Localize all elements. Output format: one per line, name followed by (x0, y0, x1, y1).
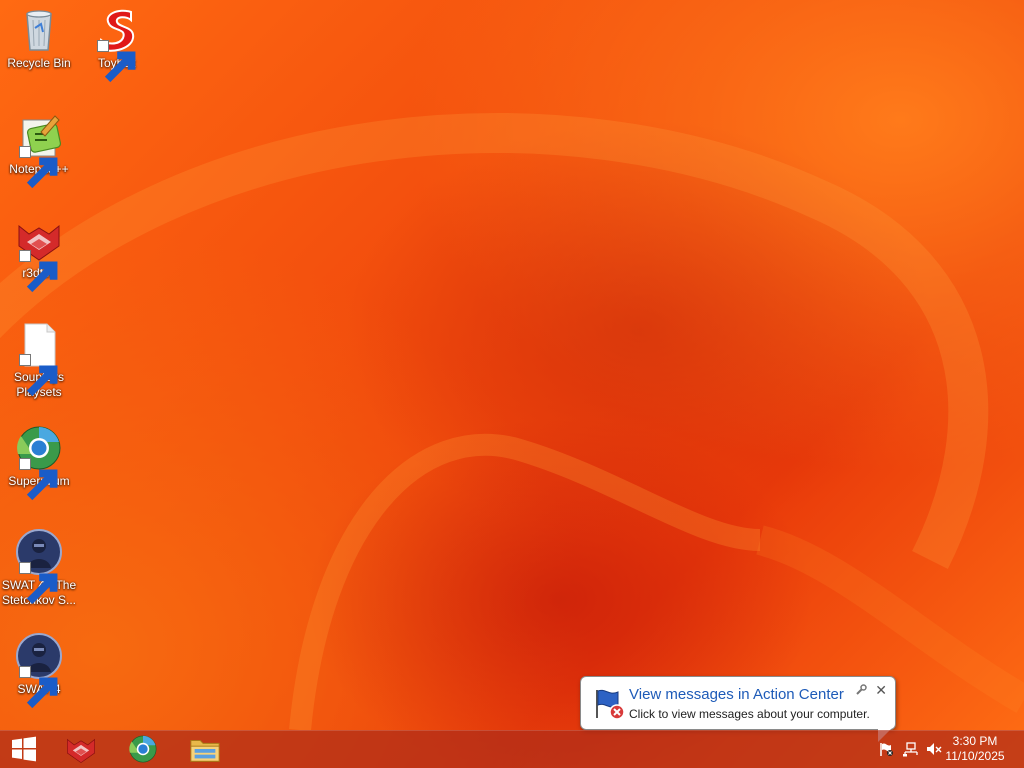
supermium-icon (129, 735, 157, 763)
notification-options-icon[interactable] (855, 684, 867, 696)
recycle-bin-icon (26, 10, 52, 51)
desktop-icon-swat4[interactable]: SWAT 4 (0, 632, 78, 709)
shortcut-arrow-icon (19, 146, 58, 189)
shortcut-arrow-icon (19, 562, 58, 605)
desktop-icon-supermium[interactable]: Supermium (0, 424, 78, 501)
wallpaper-swirl (0, 113, 1024, 730)
shortcut-arrow-icon (19, 354, 58, 397)
desktop-icon-swat4-stetchkov[interactable]: SWAT 4 - The Stetchkov S... (0, 528, 78, 608)
action-center-tray-icon[interactable] (878, 741, 894, 757)
notification-close-icon[interactable]: ✕ (875, 683, 887, 697)
windows-logo-icon (12, 736, 36, 762)
tray-clock[interactable]: 3:30 PM 11/10/2025 (940, 734, 1010, 764)
shortcut-arrow-icon (19, 666, 58, 709)
desktop-icon-souptoys-playsets[interactable]: Souptoys Playsets (0, 320, 78, 400)
taskbar-r3dfox[interactable] (52, 730, 110, 768)
icon-label: Recycle Bin (7, 56, 71, 70)
clock-date: 11/10/2025 (945, 749, 1005, 763)
r3dfox-icon (67, 738, 95, 764)
desktop-icon-r3dfox[interactable]: r3dfox (0, 216, 78, 293)
desktop-icon-notepad-plus-plus[interactable]: Notepad++ (0, 112, 78, 189)
notification-text: Click to view messages about your comput… (629, 707, 870, 721)
notification-title[interactable]: View messages in Action Center (629, 686, 844, 703)
network-icon[interactable] (902, 741, 918, 757)
system-tray: 3:30 PM 11/10/2025 (864, 730, 1024, 768)
folder-icon (190, 740, 220, 762)
taskbar-file-explorer[interactable] (176, 730, 234, 768)
action-center-notification[interactable]: View messages in Action Center Click to … (580, 676, 896, 730)
shortcut-arrow-icon (97, 40, 136, 83)
start-button[interactable] (0, 730, 48, 768)
taskbar: 3:30 PM 11/10/2025 (0, 730, 1024, 768)
desktop-icon-recycle-bin[interactable]: Recycle Bin (0, 6, 78, 71)
shortcut-arrow-icon (19, 250, 58, 293)
shortcut-arrow-icon (19, 458, 58, 501)
action-center-flag-icon (596, 689, 625, 720)
clock-time: 3:30 PM (952, 734, 998, 748)
desktop-icon-toybox[interactable]: Toybox (78, 6, 156, 83)
taskbar-supermium[interactable] (114, 730, 172, 768)
